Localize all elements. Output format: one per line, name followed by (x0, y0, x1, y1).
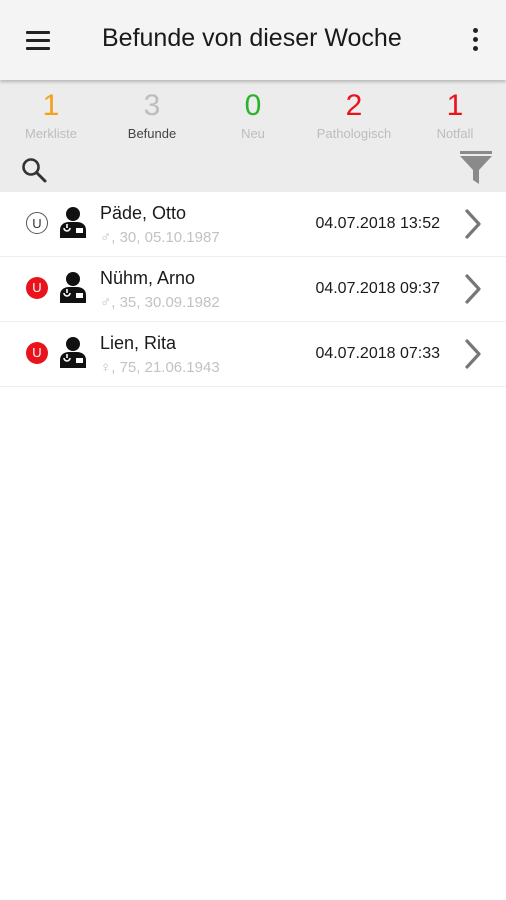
stat-befunde[interactable]: 3 Befunde (102, 88, 202, 141)
page-title: Befunde von dieser Woche (102, 24, 402, 52)
stat-count: 2 (345, 89, 363, 122)
patient-details: ♂, 30, 05.10.1987 (100, 229, 220, 246)
stat-notfall[interactable]: 1 Notfall (405, 88, 505, 141)
stat-count: 1 (42, 89, 60, 122)
result-datetime: 04.07.2018 07:33 (315, 345, 440, 362)
doctor-icon (58, 206, 88, 238)
stat-count: 3 (143, 89, 161, 122)
stat-merkliste[interactable]: 1 Merkliste (1, 88, 101, 141)
stat-label: Befunde (127, 126, 177, 141)
stat-label: Notfall (436, 126, 474, 141)
more-vertical-icon[interactable] (466, 24, 484, 56)
result-datetime: 04.07.2018 13:52 (315, 215, 440, 232)
stat-neu[interactable]: 0 Neu (203, 88, 303, 141)
chevron-right-icon[interactable] (462, 208, 484, 240)
chevron-right-icon[interactable] (462, 338, 484, 370)
stat-label: Merkliste (24, 126, 77, 141)
app-bar: Befunde von dieser Woche (0, 0, 506, 80)
patient-details: ♂, 35, 30.09.1982 (100, 294, 220, 311)
doctor-icon (58, 336, 88, 368)
stats-bar: 1 Merkliste 3 Befunde 0 Neu 2 Pathologis… (0, 80, 506, 192)
stat-count: 0 (244, 89, 262, 122)
list-item[interactable]: U Lien, Rita ♀, 75, 21.06.1943 04.07.201… (0, 322, 506, 387)
patient-details: ♀, 75, 21.06.1943 (100, 359, 220, 376)
patient-name: Päde, Otto (100, 203, 187, 223)
stat-count: 1 (446, 89, 464, 122)
stat-label: Neu (241, 126, 265, 141)
doctor-icon (58, 271, 88, 303)
results-list: U Päde, Otto ♂, 30, 05.10.1987 04.07.201… (0, 192, 506, 387)
hamburger-menu-icon[interactable] (22, 26, 58, 56)
list-item[interactable]: U Päde, Otto ♂, 30, 05.10.1987 04.07.201… (0, 192, 506, 257)
patient-name: Nühm, Arno (100, 268, 196, 288)
filter-icon[interactable] (458, 150, 494, 186)
chevron-right-icon[interactable] (462, 273, 484, 305)
urgency-badge: U (26, 342, 48, 364)
list-item[interactable]: U Nühm, Arno ♂, 35, 30.09.1982 04.07.201… (0, 257, 506, 322)
urgency-badge: U (26, 212, 48, 234)
search-icon[interactable] (20, 156, 48, 184)
patient-name: Lien, Rita (100, 333, 177, 353)
stat-pathologisch[interactable]: 2 Pathologisch (304, 88, 404, 141)
stat-label: Pathologisch (316, 126, 392, 141)
urgency-badge: U (26, 277, 48, 299)
result-datetime: 04.07.2018 09:37 (315, 280, 440, 297)
